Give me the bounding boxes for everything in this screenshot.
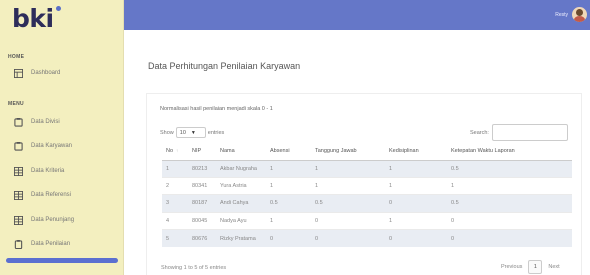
column-header-nip[interactable]: NIP	[188, 143, 216, 161]
table-icon	[14, 190, 23, 200]
table-header-row: No ↑ NIP Nama Absensi Tanggung Jawab Kedi…	[162, 143, 572, 161]
sidebar-item-label: Data Penilaian	[31, 241, 71, 247]
sidebar-item-data-referensi[interactable]: Data Referensi	[0, 184, 124, 206]
dashboard-icon	[14, 68, 23, 78]
previous-page-button[interactable]: Previous	[501, 264, 522, 270]
cell-ketepatan-waktu: 0	[447, 211, 572, 230]
clipboard-icon	[14, 239, 23, 249]
cell-nip: 80676	[188, 229, 216, 247]
table-icon	[14, 215, 23, 225]
sidebar-item-data-penunjang[interactable]: Data Penunjang	[0, 209, 124, 231]
sidebar-item-dashboard[interactable]: Dashboard	[0, 62, 124, 84]
sidebar-section-menu: MENU	[8, 101, 24, 107]
sidebar-item-data-divisi[interactable]: Data Divisi	[0, 111, 124, 133]
cell-nama: Akbar Nugraha	[216, 159, 266, 178]
cell-no: 2	[162, 176, 188, 195]
column-header-ketepatan-waktu[interactable]: Ketepatan Waktu Laporan	[447, 143, 572, 161]
column-header-tanggung-jawab[interactable]: Tanggung Jawab	[311, 143, 385, 161]
cell-absensi: 1	[266, 159, 311, 178]
folder-icon	[14, 141, 23, 151]
cell-no: 3	[162, 194, 188, 213]
pagination: Previous 1 Next	[498, 260, 563, 274]
page-1-button[interactable]: 1	[528, 260, 543, 274]
data-table: No ↑ NIP Nama Absensi Tanggung Jawab Kedi…	[162, 143, 572, 247]
cell-kedisiplinan: 1	[385, 159, 447, 178]
cell-nama: Rizky Pratama	[216, 229, 266, 247]
next-page-button[interactable]: Next	[548, 264, 559, 270]
sidebar: bki HOME Dashboard MENU Data Divisi Data…	[0, 0, 124, 275]
cell-tanggung-jawab: 0	[311, 229, 385, 247]
sidebar-item-data-karyawan[interactable]: Data Karyawan	[0, 135, 124, 157]
column-header-no[interactable]: No ↑	[162, 143, 188, 161]
entries-length-control: Show 10 ▼ entries	[160, 127, 224, 138]
column-header-nama[interactable]: Nama	[216, 143, 266, 161]
table-row: 5 80676 Rizky Pratama 0 0 0 0	[162, 229, 572, 247]
sidebar-item-label: Data Kriteria	[31, 168, 65, 174]
sidebar-item-label: Dashboard	[31, 70, 61, 76]
cell-tanggung-jawab: 1	[311, 159, 385, 178]
cell-nama: Andi Cahya	[216, 194, 266, 213]
sidebar-item-label: Data Karyawan	[31, 143, 73, 149]
cell-nip: 80045	[188, 211, 216, 230]
table-row: 1 80213 Akbar Nugraha 1 1 1 0.5	[162, 159, 572, 178]
cell-ketepatan-waktu: 0.5	[447, 194, 572, 213]
column-header-absensi[interactable]: Absensi	[266, 143, 311, 161]
sidebar-item-label: Data Penunjang	[31, 217, 75, 223]
cell-kedisiplinan: 0	[385, 194, 447, 213]
sidebar-item-label: Data Divisi	[31, 119, 60, 125]
cell-no: 1	[162, 159, 188, 178]
cell-no: 5	[162, 229, 188, 247]
sort-icon: ↑	[176, 148, 179, 154]
entries-label: entries	[207, 129, 225, 136]
cell-no: 4	[162, 211, 188, 230]
cell-kedisiplinan: 1	[385, 211, 447, 230]
cell-absensi: 0.5	[266, 194, 311, 213]
chevron-down-icon: ▼	[190, 129, 196, 136]
folder-icon	[14, 117, 23, 127]
search-control: Search:	[470, 124, 568, 141]
sidebar-active-indicator[interactable]	[6, 258, 118, 263]
cell-ketepatan-waktu: 1	[447, 176, 572, 195]
table-row: 3 80187 Andi Cahya 0.5 0.5 0 0.5	[162, 194, 572, 213]
cell-absensi: 1	[266, 211, 311, 230]
cell-kedisiplinan: 1	[385, 176, 447, 195]
table-row: 2 80341 Yura Astria 1 1 1 1	[162, 176, 572, 195]
cell-tanggung-jawab: 0.5	[311, 194, 385, 213]
search-input[interactable]	[491, 124, 568, 141]
normalization-note: Normalisasi hasil penilaian menjadi skal…	[160, 106, 273, 112]
show-label: Show	[160, 129, 174, 136]
column-header-kedisiplinan[interactable]: Kedisiplinan	[385, 143, 447, 161]
sidebar-item-data-kriteria[interactable]: Data Kriteria	[0, 160, 124, 182]
entries-select[interactable]: 10 ▼	[175, 127, 206, 138]
avatar[interactable]	[572, 7, 587, 22]
cell-nama: Yura Astria	[216, 176, 266, 195]
cell-nama: Nadya Ayu	[216, 211, 266, 230]
cell-absensi: 1	[266, 176, 311, 195]
cell-tanggung-jawab: 0	[311, 211, 385, 230]
cell-nip: 80187	[188, 194, 216, 213]
table-icon	[14, 166, 23, 176]
sidebar-section-home: HOME	[8, 54, 25, 60]
cell-nip: 80341	[188, 176, 216, 195]
app-logo[interactable]: bki	[12, 4, 54, 33]
cell-ketepatan-waktu: 0.5	[447, 159, 572, 178]
sidebar-item-label: Data Referensi	[31, 192, 72, 198]
table-info: Showing 1 to 5 of 5 entries	[161, 265, 227, 271]
cell-kedisiplinan: 0	[385, 229, 447, 247]
cell-absensi: 0	[266, 229, 311, 247]
topbar: Resty	[124, 0, 590, 30]
user-name[interactable]: Resty	[555, 12, 568, 18]
search-label: Search:	[470, 129, 489, 136]
cell-tanggung-jawab: 1	[311, 176, 385, 195]
page-title: Data Perhitungan Penilaian Karyawan	[148, 61, 301, 71]
sidebar-item-data-penilaian[interactable]: Data Penilaian	[0, 233, 124, 255]
cell-ketepatan-waktu: 0	[447, 229, 572, 247]
cell-nip: 80213	[188, 159, 216, 178]
logo-dot	[56, 6, 61, 11]
table-row: 4 80045 Nadya Ayu 1 0 1 0	[162, 211, 572, 230]
